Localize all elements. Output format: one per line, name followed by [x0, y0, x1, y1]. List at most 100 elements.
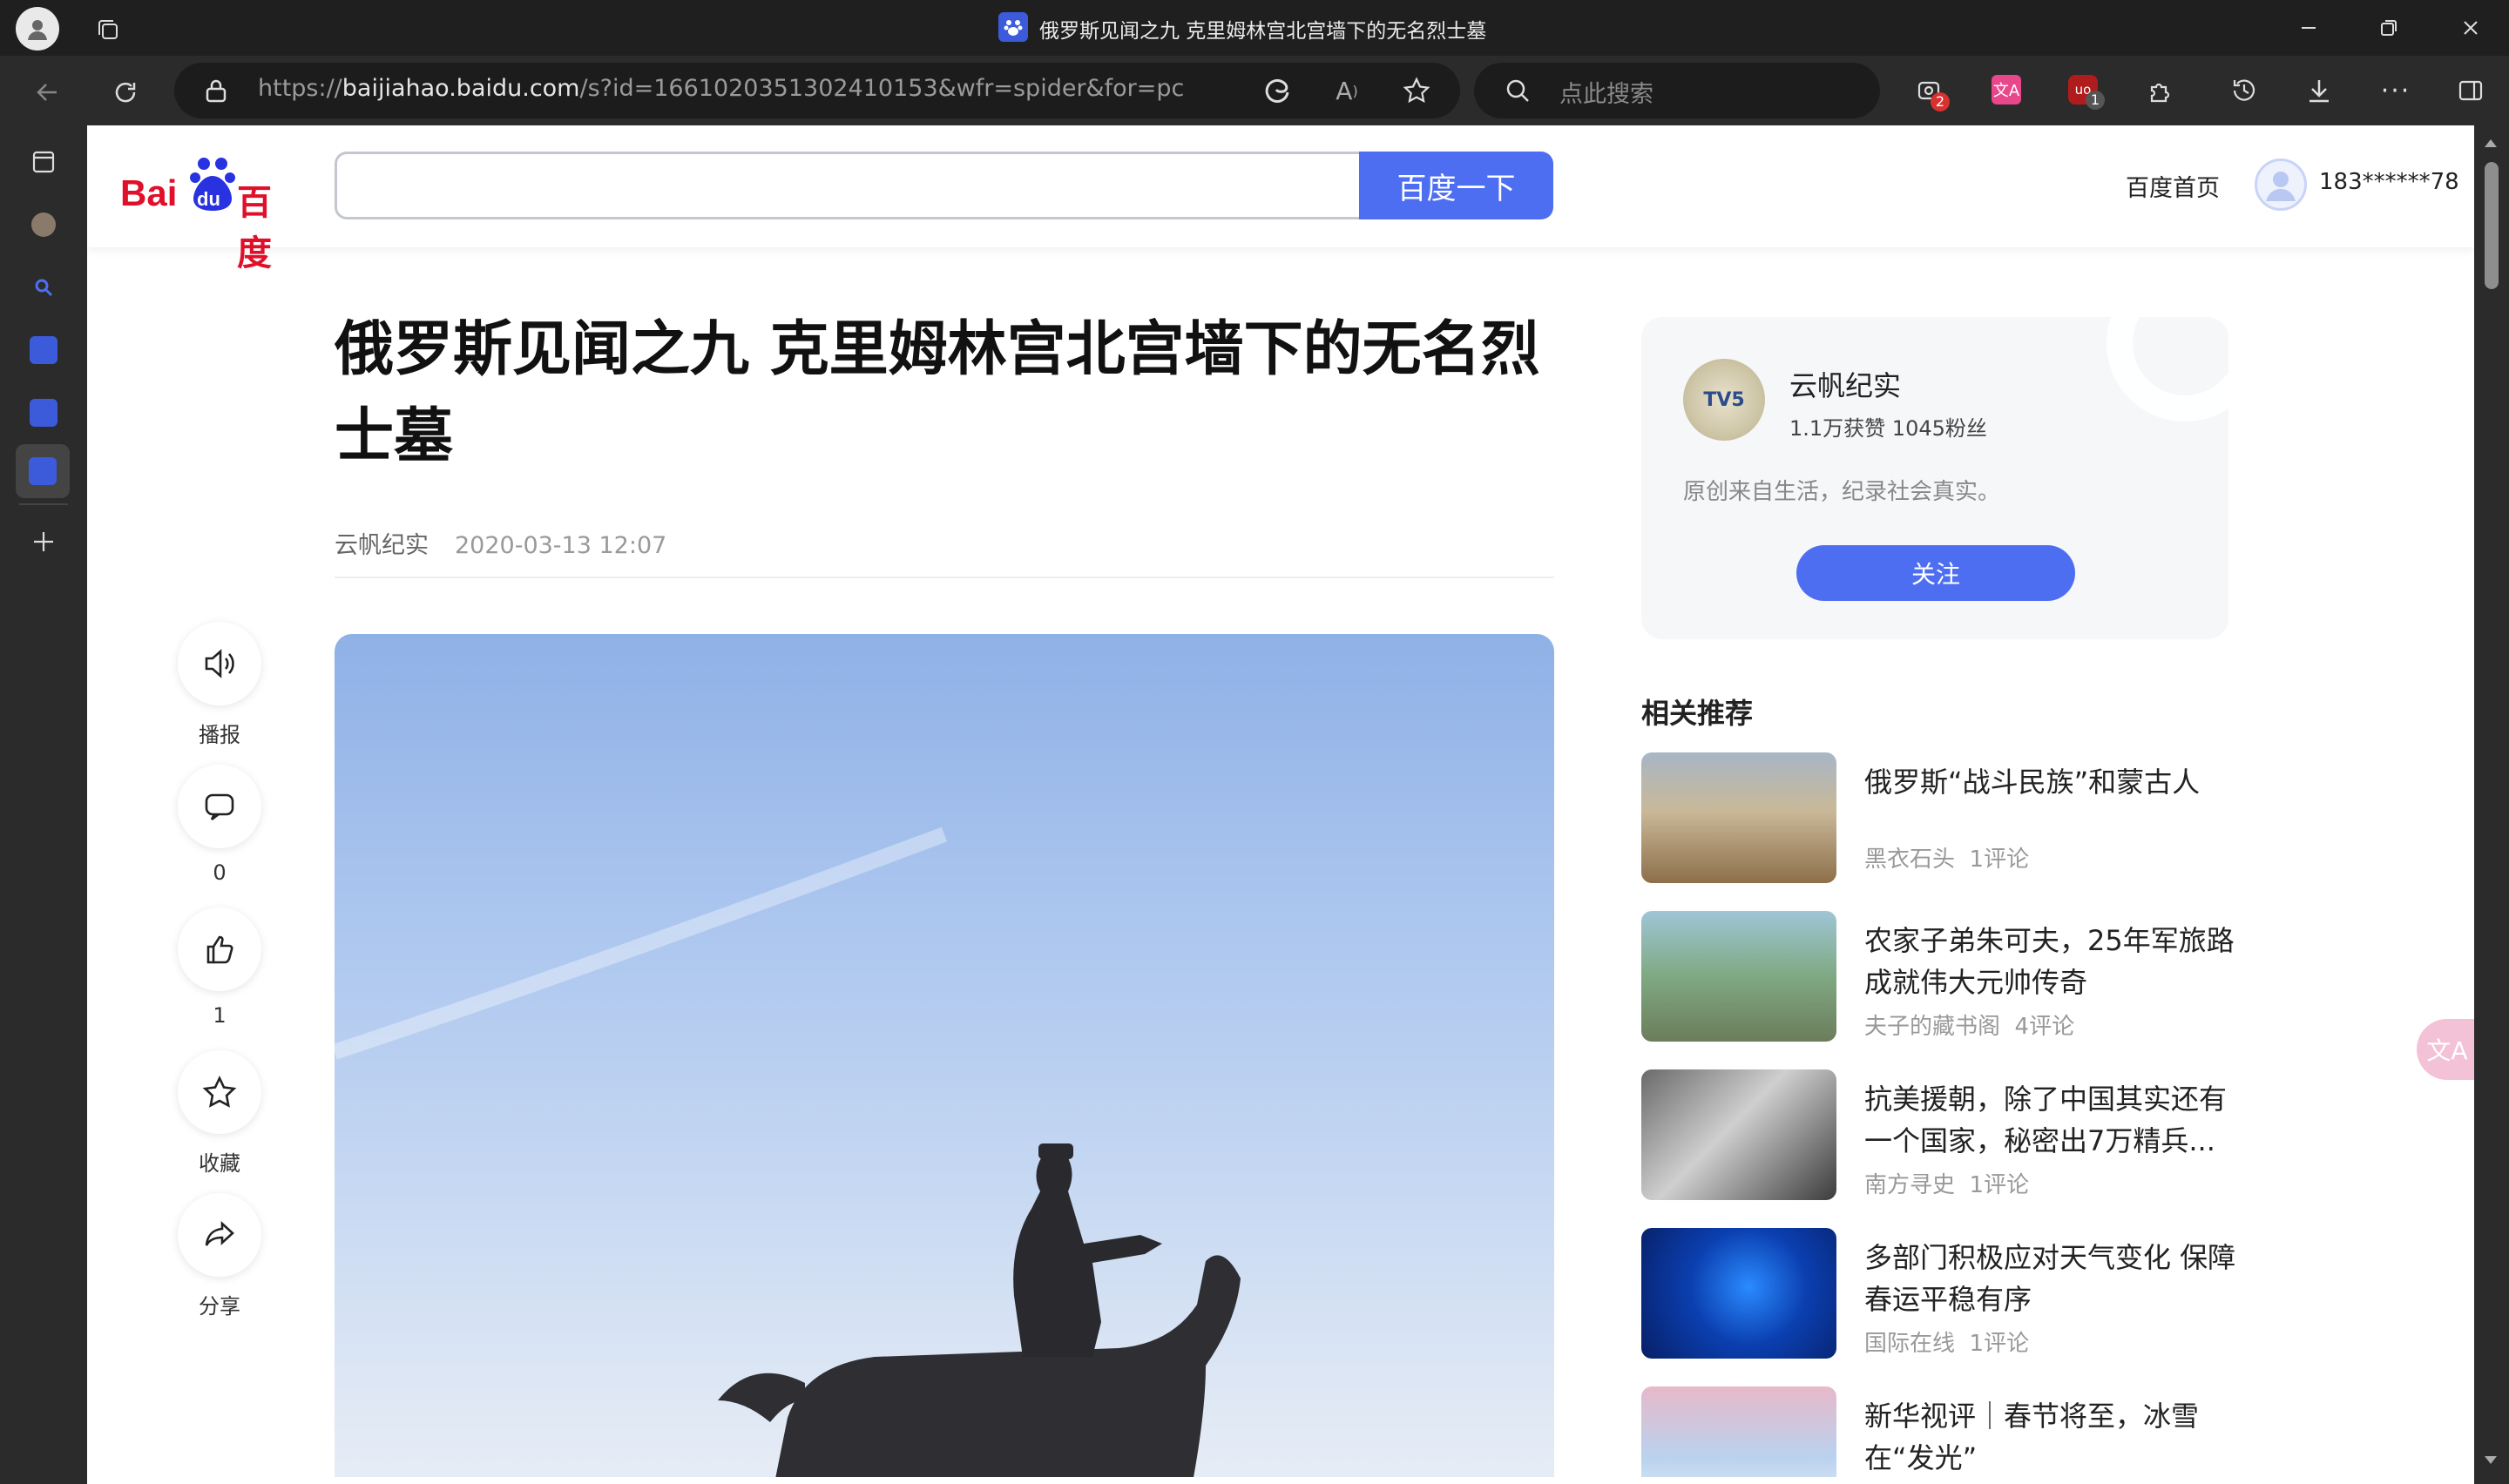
recommend-comments: 4评论 — [2014, 1014, 2075, 1040]
favorite-icon[interactable] — [1399, 73, 1434, 108]
recommend-heading: 相关推荐 — [1641, 697, 1754, 730]
refresh-icon[interactable] — [105, 73, 146, 111]
lock-icon[interactable] — [200, 75, 232, 106]
window-title: 俄罗斯见闻之九 克里姆林宫北宫墙下的无名烈士墓 — [1039, 20, 1487, 43]
recommend-item[interactable]: 抗美援朝，除了中国其实还有一个国家，秘密出7万精兵... 南方寻史 1评论 — [1641, 1069, 2234, 1200]
recommend-title[interactable]: 多部门积极应对天气变化 保障春运平稳有序 — [1864, 1237, 2239, 1320]
user-avatar[interactable] — [2255, 159, 2307, 211]
action-label: 收藏 — [199, 1151, 240, 1176]
author-description: 原创来自生活，纪录社会真实。 — [1683, 479, 2001, 505]
scroll-down-icon[interactable] — [2485, 1456, 2497, 1464]
recommend-thumbnail[interactable] — [1641, 1228, 1836, 1359]
speaker-icon[interactable] — [178, 622, 261, 705]
search-box[interactable] — [1474, 63, 1880, 118]
recommend-item[interactable]: 新华视评｜春节将至，冰雪在“发光” — [1641, 1386, 2234, 1477]
ublock-icon[interactable]: uo 1 — [2068, 75, 2105, 110]
action-comment[interactable]: 0 — [178, 765, 261, 885]
paw-icon: du — [188, 153, 237, 216]
url-prefix: https:// — [258, 75, 342, 102]
baidu-header: Bai du 百度 百度一下 百度首页 183******78 — [87, 125, 2474, 273]
recommend-thumbnail[interactable] — [1641, 1386, 1836, 1477]
close-icon[interactable] — [2445, 10, 2497, 45]
comment-icon[interactable] — [178, 765, 261, 848]
extensions-icon[interactable] — [2143, 73, 2178, 108]
article-meta: 云帆纪实 2020-03-13 12:07 — [335, 526, 666, 560]
browser-sidebar — [0, 125, 87, 1484]
action-like[interactable]: 1 — [178, 907, 261, 1028]
scroll-up-icon[interactable] — [2485, 139, 2497, 147]
star-icon[interactable] — [178, 1050, 261, 1134]
action-label: 分享 — [199, 1294, 240, 1319]
title-bar: 俄罗斯见闻之九 克里姆林宫北宫墙下的无名烈士墓 — [0, 0, 2509, 56]
recommend-comments: 1评论 — [1969, 1172, 2030, 1198]
vertical-tabs-icon[interactable] — [19, 138, 68, 186]
logo-baidu-cn: 百度 — [237, 183, 272, 273]
floating-translate-button[interactable]: 文A — [2417, 1019, 2474, 1080]
search-placeholder: 点此搜索 — [1559, 81, 1654, 108]
recommend-title[interactable]: 抗美援朝，除了中国其实还有一个国家，秘密出7万精兵... — [1864, 1078, 2239, 1162]
author-avatar-text: TV5 — [1703, 388, 1745, 411]
action-share[interactable]: 分享 — [178, 1193, 261, 1319]
edge-icon[interactable] — [1260, 73, 1295, 108]
translate-icon[interactable]: 文A — [1992, 75, 2021, 105]
restore-icon[interactable] — [2363, 10, 2415, 45]
download-icon[interactable] — [2302, 73, 2337, 108]
recommend-title[interactable]: 农家子弟朱可夫，25年军旅路成就伟大元帅传奇 — [1864, 920, 2239, 1003]
card-deco — [2107, 317, 2228, 422]
article-title: 俄罗斯见闻之九 克里姆林宫北宫墙下的无名烈士墓 — [335, 315, 1540, 471]
recommend-item[interactable]: 多部门积极应对天气变化 保障春运平稳有序 国际在线 1评论 — [1641, 1228, 2235, 1359]
action-broadcast[interactable]: 播报 — [178, 622, 261, 748]
recommend-meta: 南方寻史 1评论 — [1864, 1167, 2029, 1199]
tab-thumb-baidu-2[interactable] — [19, 388, 68, 437]
author-avatar[interactable]: TV5 — [1683, 359, 1765, 441]
tab-thumb-baidu-1[interactable] — [19, 326, 68, 374]
new-tab-icon[interactable] — [19, 517, 68, 566]
tab-thumb-2[interactable] — [19, 263, 68, 312]
tab-favicon — [998, 12, 1028, 42]
tab-thumb-baidu-active[interactable] — [16, 444, 70, 498]
recommend-item[interactable]: 农家子弟朱可夫，25年军旅路成就伟大元帅传奇 夫子的藏书阁 4评论 — [1641, 911, 2235, 1042]
baidu-search-button[interactable]: 百度一下 — [1359, 152, 1553, 219]
username[interactable]: 183******78 — [2319, 169, 2459, 195]
page-viewport: Bai du 百度 百度一下 百度首页 183******78 俄罗斯见闻之九 … — [87, 125, 2474, 1477]
baidu-home-link[interactable]: 百度首页 — [2126, 169, 2220, 203]
recommend-item[interactable]: 俄罗斯“战斗民族”和蒙古人 黑衣石头 1评论 — [1641, 752, 2234, 883]
tab-actions-icon[interactable] — [91, 12, 125, 47]
recommend-thumbnail[interactable] — [1641, 911, 1836, 1042]
author-card: TV5 云帆纪实 1.1万获赞 1045粉丝 原创来自生活，纪录社会真实。 关注 — [1641, 317, 2228, 639]
like-count: 1 — [213, 1003, 227, 1028]
url-path: /s?id=1661020351302410153&wfr=spider&for… — [579, 75, 1185, 102]
action-collect[interactable]: 收藏 — [178, 1050, 261, 1177]
search-icon[interactable] — [1502, 75, 1533, 106]
like-icon[interactable] — [178, 907, 261, 991]
recommend-thumbnail[interactable] — [1641, 1069, 1836, 1200]
url-host: baijiahao.baidu.com — [342, 75, 580, 102]
read-aloud-icon[interactable]: A) — [1329, 73, 1364, 108]
extension-1-icon[interactable]: 2 — [1913, 75, 1950, 111]
article-divider — [335, 577, 1554, 578]
recommend-thumbnail[interactable] — [1641, 752, 1836, 883]
history-icon[interactable] — [2227, 73, 2262, 108]
equestrian-statue-illustration — [335, 826, 1241, 1477]
back-icon[interactable] — [26, 73, 68, 111]
author-name[interactable]: 云帆纪实 — [1789, 364, 1901, 404]
ext-badge: 1 — [2086, 91, 2105, 110]
recommend-meta: 黑衣石头 1评论 — [1864, 841, 2029, 874]
baidu-logo[interactable]: Bai du 百度 — [120, 153, 303, 273]
tab-thumb-1[interactable] — [19, 200, 68, 249]
follow-button[interactable]: 关注 — [1796, 545, 2075, 601]
minimize-icon[interactable] — [2282, 10, 2335, 45]
recommend-title[interactable]: 俄罗斯“战斗民族”和蒙古人 — [1864, 761, 2239, 803]
page-scrollbar[interactable] — [2474, 125, 2509, 1484]
sidebar-toggle-icon[interactable] — [2455, 75, 2486, 106]
more-icon[interactable]: ··· — [2378, 73, 2413, 108]
url-text[interactable]: https://baijiahao.baidu.com/s?id=1661020… — [258, 75, 1184, 102]
article-author[interactable]: 云帆纪实 — [335, 532, 429, 559]
scrollbar-thumb[interactable] — [2485, 162, 2499, 289]
profile-icon[interactable] — [16, 7, 59, 51]
recommend-title[interactable]: 新华视评｜春节将至，冰雪在“发光” — [1864, 1395, 2239, 1477]
share-icon[interactable] — [178, 1193, 261, 1277]
article-image — [335, 634, 1554, 1477]
comment-count: 0 — [213, 860, 227, 885]
baidu-search-input[interactable] — [335, 152, 1359, 219]
